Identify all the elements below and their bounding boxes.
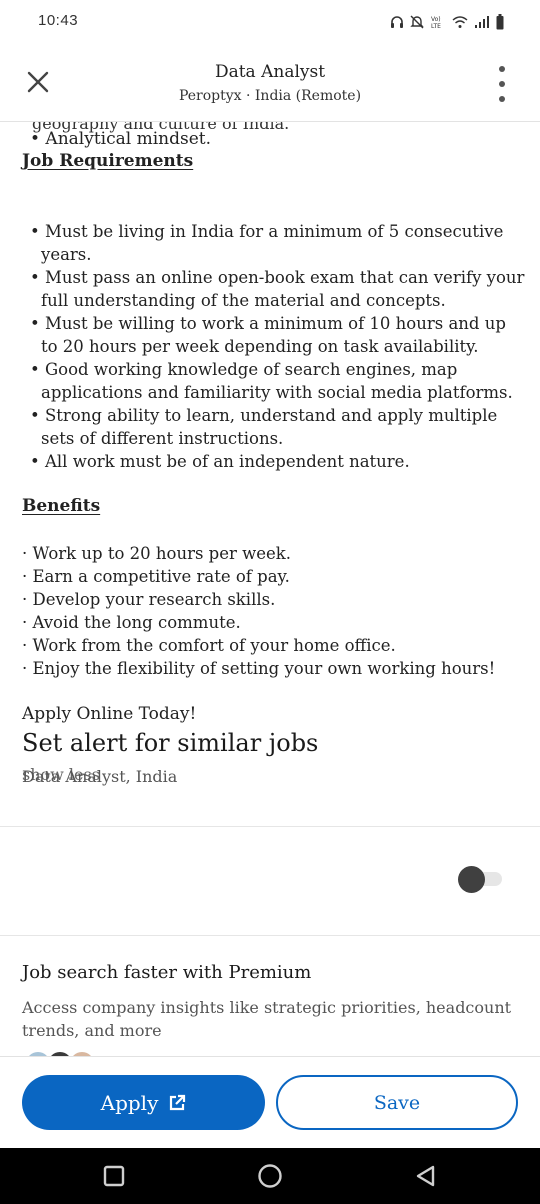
requirement-item: • All work must be of an independent nat… (30, 452, 410, 471)
section-divider (0, 826, 540, 827)
requirement-item: • Must be willing to work a minimum of 1… (30, 314, 506, 356)
battery-icon (496, 14, 504, 30)
recents-icon (103, 1165, 125, 1187)
signal-icon (474, 15, 490, 29)
more-options-button[interactable] (494, 66, 510, 102)
external-link-icon (170, 1094, 186, 1110)
job-description[interactable]: geography and culture of India. • Analyt… (0, 122, 540, 1056)
alert-title: Set alert for similar jobs (22, 729, 319, 757)
company-location: Peroptyx · India (Remote) (178, 88, 362, 104)
recents-button[interactable] (100, 1162, 128, 1190)
job-alert-toggle[interactable] (458, 864, 504, 894)
status-icons: Vo) LTE (390, 12, 504, 32)
more-icon-dot (499, 81, 505, 87)
toggle-thumb (458, 866, 485, 893)
action-bar: Apply Save (0, 1056, 540, 1148)
status-time: 10:43 (38, 12, 79, 29)
job-header: Data Analyst Peroptyx · India (Remote) (0, 44, 540, 122)
premium-description: Access company insights like strategic p… (22, 998, 512, 1040)
premium-title: Job search faster with Premium (22, 962, 312, 983)
apply-button[interactable]: Apply (22, 1075, 265, 1130)
analytical-item: • Analytical mindset. (30, 129, 212, 149)
back-icon (416, 1165, 435, 1187)
system-nav-bar (0, 1148, 540, 1204)
home-button[interactable] (256, 1162, 284, 1190)
section-divider (0, 935, 540, 936)
benefits-heading: Benefits (22, 496, 101, 516)
benefit-item: · Develop your research skills. (22, 590, 276, 609)
back-button[interactable] (412, 1162, 440, 1190)
more-icon-dot (499, 96, 505, 102)
requirement-item: • Must be living in India for a minimum … (30, 222, 504, 264)
wifi-icon (452, 15, 468, 29)
alert-subtitle: Data Analyst, India (22, 767, 178, 786)
job-title: Data Analyst (214, 62, 326, 82)
mute-icon (410, 15, 424, 29)
benefit-item: · Work up to 20 hours per week. (22, 544, 292, 563)
home-icon (258, 1164, 282, 1188)
more-icon-dot (499, 66, 505, 72)
svg-text:Vo): Vo) (431, 16, 441, 23)
requirement-item: • Must pass an online open-book exam tha… (30, 268, 525, 310)
save-button[interactable]: Save (276, 1075, 518, 1130)
benefit-item: · Enjoy the flexibility of setting your … (22, 659, 496, 678)
apply-button-label: Apply (100, 1090, 159, 1115)
requirements-heading: Job Requirements (22, 151, 194, 171)
requirement-item: • Strong ability to learn, understand an… (30, 406, 498, 448)
headphones-icon (390, 15, 404, 29)
svg-text:LTE: LTE (431, 23, 441, 29)
volte-icon: Vo) LTE (430, 15, 446, 29)
benefit-item: · Avoid the long commute. (22, 613, 241, 632)
status-bar: 10:43 Vo) LTE (0, 0, 540, 44)
benefit-item: · Work from the comfort of your home off… (22, 636, 396, 655)
closing-text: Apply Online Today! (22, 704, 197, 724)
benefit-item: · Earn a competitive rate of pay. (22, 567, 290, 586)
requirement-item: • Good working knowledge of search engin… (30, 360, 513, 402)
